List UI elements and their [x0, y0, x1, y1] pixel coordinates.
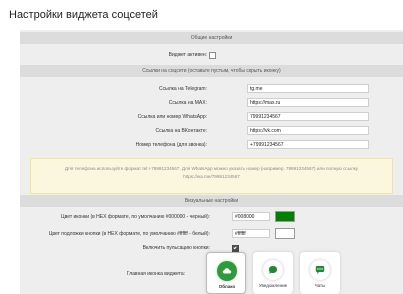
bg-color-label: Цвет подложки кнопки (в HEX формате, по … [48, 231, 210, 237]
icon-option-chats-label: Чаты [314, 283, 326, 288]
max-input[interactable]: https://max.ru [247, 98, 369, 107]
icon-option-chats[interactable]: Чаты [300, 252, 340, 294]
pulse-label: Включить пульсацию кнопки: [142, 245, 210, 251]
telegram-label: Ссылка на Telegram: [159, 86, 207, 92]
vk-label: Ссылка на ВКонтакте: [155, 128, 207, 134]
bg-color-swatch[interactable] [275, 228, 295, 239]
telegram-input[interactable]: tg.me [247, 84, 369, 93]
widget-active-checkbox[interactable] [209, 52, 216, 59]
pulse-checkbox[interactable] [232, 245, 239, 252]
visual-section-header: Визуальные настройки [20, 195, 403, 207]
max-label: Ссылка на MAX: [168, 100, 207, 106]
bg-color-input[interactable]: #ffffff [232, 229, 270, 238]
icon-color-swatch[interactable] [275, 211, 295, 222]
page-title: Настройки виджета соцсетей [9, 9, 158, 21]
chat-bubble-icon [269, 266, 277, 274]
cloud-icon [222, 268, 232, 274]
whatsapp-label: Ссылка или номер WhatsApp: [137, 114, 207, 120]
links-section-header: Ссылки на соцсети (оставьте пустым, чтоб… [20, 65, 403, 77]
widget-active-label: Виджет активен: [168, 52, 207, 58]
phone-input[interactable]: +79991234567 [247, 140, 369, 149]
general-section-header: Общие настройки [20, 32, 403, 44]
icon-option-cloud-label: Облако [218, 284, 236, 289]
icon-color-label: Цвет иконки (в HEX формате, по умолчанию… [60, 214, 210, 220]
format-note: Для телефона используйте формат tel:+799… [30, 158, 393, 194]
whatsapp-input[interactable]: 79991234567 [247, 112, 369, 121]
vk-input[interactable]: https://vk.com [247, 126, 369, 135]
icon-option-notification-label: Уведомление [258, 283, 288, 288]
icon-color-input[interactable]: #008000 [232, 212, 270, 221]
chat-dots-icon [315, 266, 325, 274]
main-icon-label: Главная иконка виджета: [126, 271, 185, 277]
phone-label: Номер телефона (для звонка): [135, 142, 207, 148]
icon-option-cloud[interactable]: Облако [206, 252, 246, 294]
icon-option-notification[interactable]: Уведомление [253, 252, 293, 294]
